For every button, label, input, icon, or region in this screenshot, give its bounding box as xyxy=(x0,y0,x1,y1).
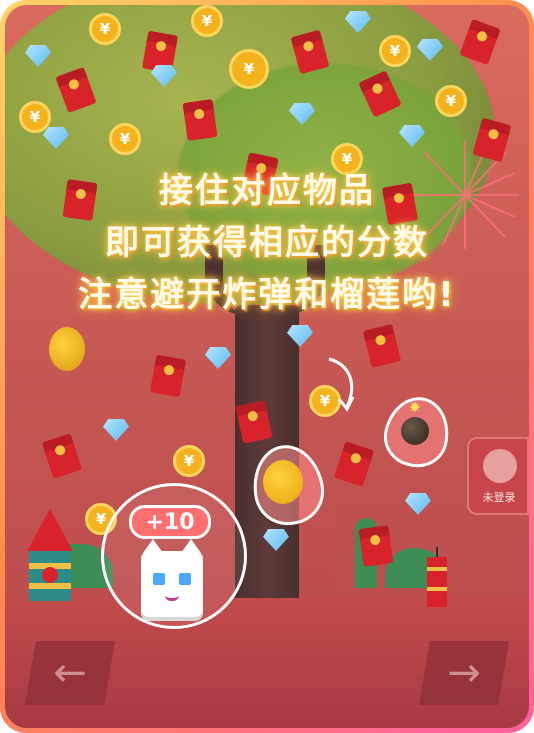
score-badge: +10 xyxy=(129,505,211,539)
move-right-button[interactable]: → xyxy=(419,641,509,705)
curved-arrow-icon xyxy=(328,357,355,412)
gold-coin: ¥ xyxy=(379,35,411,67)
rocket-decoration xyxy=(27,509,73,601)
durian-icon xyxy=(263,460,303,504)
red-envelope xyxy=(149,354,187,398)
red-envelope xyxy=(41,433,83,479)
cat-eye xyxy=(179,573,191,585)
diamond xyxy=(103,419,129,441)
gold-coin: ¥ xyxy=(19,101,51,133)
game-screen: ¥ ¥ ¥ ¥ ¥ ¥ ¥ ¥ ¥ ¥ ¥ 未登录 接住对应物品 即可获得相应的… xyxy=(5,5,529,728)
cat-ear xyxy=(181,539,201,553)
gold-coin: ¥ xyxy=(173,445,205,477)
firecracker-decoration xyxy=(427,547,447,607)
cat-ear xyxy=(143,539,163,553)
red-envelope xyxy=(358,525,394,567)
gold-coin: ¥ xyxy=(89,13,121,45)
cat-eye xyxy=(153,573,165,585)
red-envelope xyxy=(182,99,218,141)
login-status-label: 未登录 xyxy=(482,491,516,504)
instruction-text: 接住对应物品 即可获得相应的分数 注意避开炸弹和榴莲哟! xyxy=(5,165,529,321)
spark-icon: ✸ xyxy=(409,400,421,416)
gold-coin: ¥ xyxy=(109,123,141,155)
gold-coin: ¥ xyxy=(191,5,223,37)
instruction-line-3: 注意避开炸弹和榴莲哟! xyxy=(78,275,456,315)
login-panel[interactable]: 未登录 xyxy=(467,437,529,515)
instruction-line-1: 接住对应物品 xyxy=(159,171,375,211)
durian-item xyxy=(49,327,85,371)
avatar-icon xyxy=(483,449,517,483)
diamond xyxy=(205,347,231,369)
bomb-icon xyxy=(401,417,429,445)
gold-coin: ¥ xyxy=(435,85,467,117)
cat-mouth xyxy=(165,595,179,601)
gold-coin: ¥ xyxy=(229,49,269,89)
game-frame: ¥ ¥ ¥ ¥ ¥ ¥ ¥ ¥ ¥ ¥ ¥ 未登录 接住对应物品 即可获得相应的… xyxy=(0,0,534,733)
player-cat-character xyxy=(141,539,203,617)
instruction-line-2: 即可获得相应的分数 xyxy=(105,223,429,263)
red-envelope xyxy=(362,323,402,369)
move-left-button[interactable]: ← xyxy=(25,641,115,705)
